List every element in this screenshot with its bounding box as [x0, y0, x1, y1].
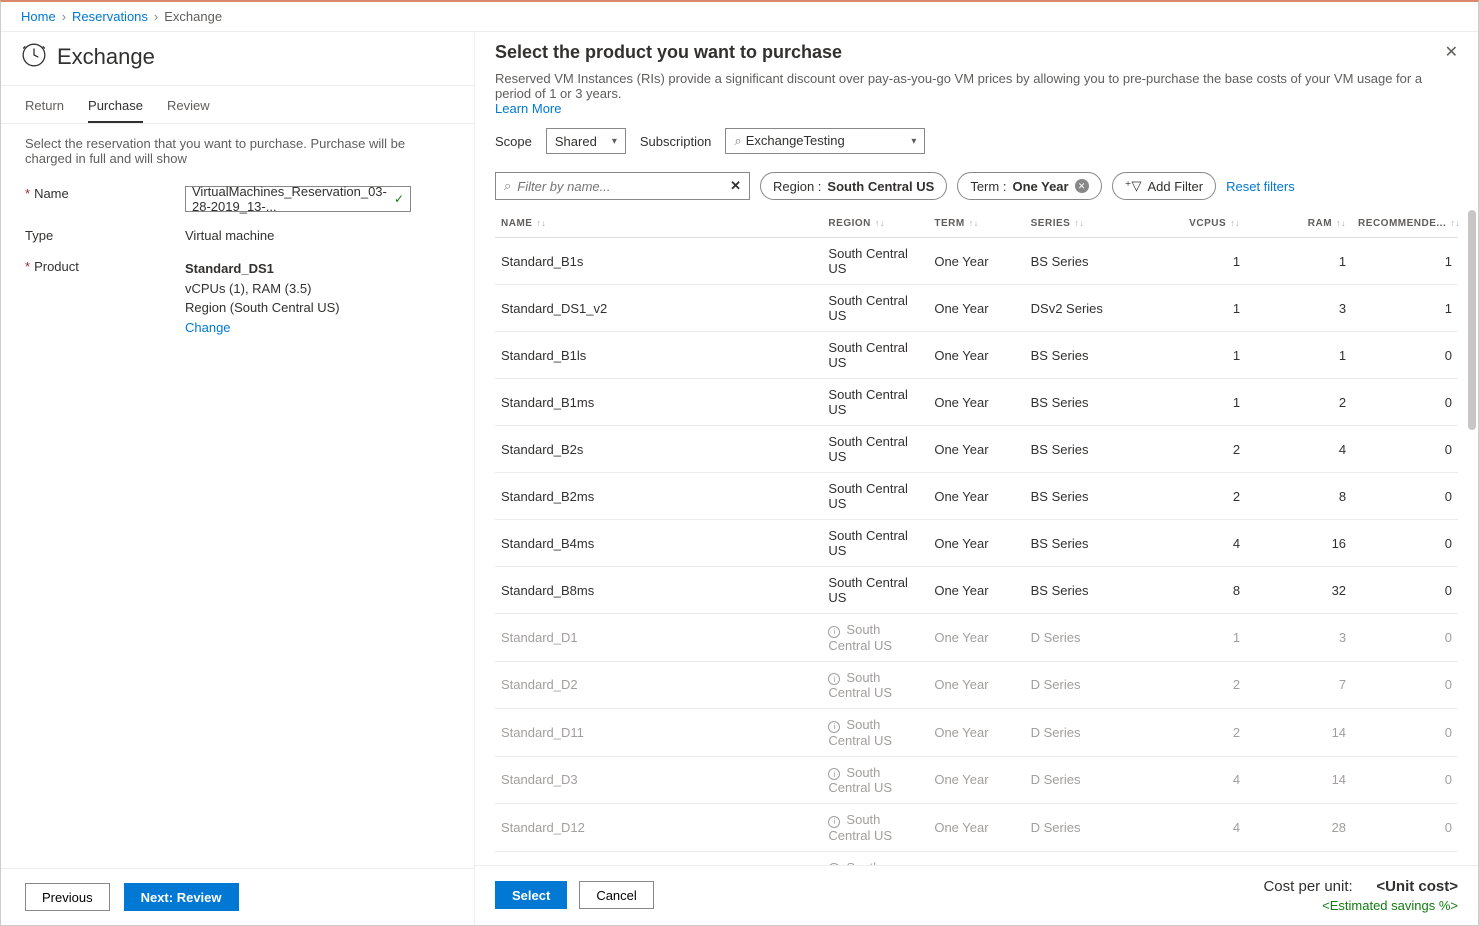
page-title: Exchange [57, 44, 155, 70]
type-label: Type [25, 228, 185, 243]
column-header[interactable]: RAM↑↓ [1246, 210, 1352, 238]
column-header[interactable]: NAME↑↓ [495, 210, 822, 238]
clear-icon[interactable]: ✕ [730, 178, 741, 194]
tab-review[interactable]: Review [167, 98, 210, 123]
add-filter-pill[interactable]: ⁺▽ Add Filter [1112, 172, 1217, 200]
cost-value: <Unit cost> [1376, 878, 1458, 895]
chevron-down-icon: ▾ [911, 136, 916, 147]
product-select-panel: Select the product you want to purchase … [475, 32, 1478, 925]
column-header[interactable]: RECOMMENDE...↑↓ [1352, 210, 1458, 238]
region-pill-label: Region : [773, 179, 821, 194]
table-row[interactable]: Standard_B2sSouth Central USOne YearBS S… [495, 426, 1458, 473]
term-pill-label: Term : [970, 179, 1006, 194]
column-header[interactable]: VCPUS↑↓ [1150, 210, 1246, 238]
previous-button[interactable]: Previous [25, 883, 110, 911]
table-row[interactable]: Standard_B4msSouth Central USOne YearBS … [495, 520, 1458, 567]
cancel-button[interactable]: Cancel [579, 881, 653, 909]
tab-purchase[interactable]: Purchase [88, 98, 143, 123]
table-row: Standard_D2iSouth Central USOne YearD Se… [495, 661, 1458, 709]
info-icon: i [828, 626, 840, 638]
add-filter-label: Add Filter [1147, 179, 1203, 194]
table-row: Standard_D12iSouth Central USOne YearD S… [495, 804, 1458, 852]
scrollbar-thumb[interactable] [1468, 210, 1476, 430]
panel-title: Select the product you want to purchase [495, 42, 842, 63]
name-value: VirtualMachines_Reservation_03-28-2019_1… [192, 184, 394, 214]
table-row[interactable]: Standard_B1lsSouth Central USOne YearBS … [495, 332, 1458, 379]
next-review-button[interactable]: Next: Review [124, 883, 239, 911]
name-dropdown[interactable]: VirtualMachines_Reservation_03-28-2019_1… [185, 186, 411, 212]
search-icon: ⌕ [734, 133, 741, 148]
breadcrumb: Home › Reservations › Exchange [1, 2, 1478, 32]
region-filter-pill[interactable]: Region : South Central US [760, 172, 947, 200]
change-link[interactable]: Change [185, 320, 231, 335]
instruction-text: Select the reservation that you want to … [1, 124, 474, 178]
table-row: Standard_D4iSouth Central USOne YearD Se… [495, 851, 1458, 865]
region-pill-value: South Central US [827, 179, 934, 194]
column-header[interactable]: TERM↑↓ [928, 210, 1024, 238]
table-row[interactable]: Standard_B8msSouth Central USOne YearBS … [495, 567, 1458, 614]
type-value: Virtual machine [185, 228, 450, 243]
close-icon[interactable]: ✕ [1445, 42, 1458, 62]
filter-input[interactable] [517, 179, 724, 194]
table-row: Standard_D11iSouth Central USOne YearD S… [495, 709, 1458, 757]
info-icon: i [828, 721, 840, 733]
tab-return[interactable]: Return [25, 98, 64, 123]
info-icon: i [828, 816, 840, 828]
column-header[interactable]: SERIES↑↓ [1025, 210, 1150, 238]
chevron-right-icon: › [154, 9, 158, 24]
panel-description: Reserved VM Instances (RIs) provide a si… [495, 71, 1422, 101]
table-row: Standard_D3iSouth Central USOne YearD Se… [495, 756, 1458, 804]
scope-dropdown[interactable]: Shared ▾ [546, 128, 626, 154]
filter-search[interactable]: ⌕ ✕ [495, 172, 750, 200]
exchange-pane: Exchange Return Purchase Review Select t… [1, 32, 475, 925]
savings-value: <Estimated savings %> [1263, 897, 1458, 915]
info-icon: i [828, 863, 840, 865]
select-button[interactable]: Select [495, 881, 567, 909]
scope-label: Scope [495, 134, 532, 149]
breadcrumb-home[interactable]: Home [21, 9, 56, 24]
cost-label: Cost per unit: [1263, 878, 1352, 895]
term-filter-pill[interactable]: Term : One Year ✕ [957, 172, 1101, 200]
clock-icon [21, 42, 47, 71]
chevron-right-icon: › [62, 9, 66, 24]
product-specs: vCPUs (1), RAM (3.5) [185, 279, 450, 299]
filter-icon: ⁺▽ [1125, 178, 1142, 194]
breadcrumb-reservations[interactable]: Reservations [72, 9, 148, 24]
product-region: Region (South Central US) [185, 298, 450, 318]
table-row[interactable]: Standard_B2msSouth Central USOne YearBS … [495, 473, 1458, 520]
scope-value: Shared [555, 134, 597, 149]
table-row[interactable]: Standard_B1sSouth Central USOne YearBS S… [495, 238, 1458, 285]
scrollbar[interactable] [1468, 210, 1476, 865]
subscription-label: Subscription [640, 134, 712, 149]
chevron-down-icon: ▾ [612, 136, 617, 147]
breadcrumb-current: Exchange [164, 9, 222, 24]
remove-term-icon[interactable]: ✕ [1075, 179, 1089, 193]
name-label: Name [34, 186, 69, 201]
column-header[interactable]: REGION↑↓ [822, 210, 928, 238]
subscription-dropdown[interactable]: ⌕ ExchangeTesting ▾ [725, 128, 925, 154]
products-table: NAME↑↓REGION↑↓TERM↑↓SERIES↑↓VCPUS↑↓RAM↑↓… [495, 210, 1458, 865]
product-name: Standard_DS1 [185, 259, 450, 279]
info-icon: i [828, 768, 840, 780]
subscription-value: ExchangeTesting [746, 133, 845, 148]
term-pill-value: One Year [1012, 179, 1068, 194]
product-label: Product [34, 259, 79, 274]
table-row: Standard_D1iSouth Central USOne YearD Se… [495, 614, 1458, 662]
tabs: Return Purchase Review [1, 86, 474, 124]
search-icon: ⌕ [504, 178, 511, 194]
reset-filters-link[interactable]: Reset filters [1226, 179, 1295, 194]
table-row[interactable]: Standard_DS1_v2South Central USOne YearD… [495, 285, 1458, 332]
learn-more-link[interactable]: Learn More [495, 101, 561, 116]
table-row[interactable]: Standard_B1msSouth Central USOne YearBS … [495, 379, 1458, 426]
info-icon: i [828, 673, 840, 685]
check-icon: ✓ [394, 192, 404, 206]
